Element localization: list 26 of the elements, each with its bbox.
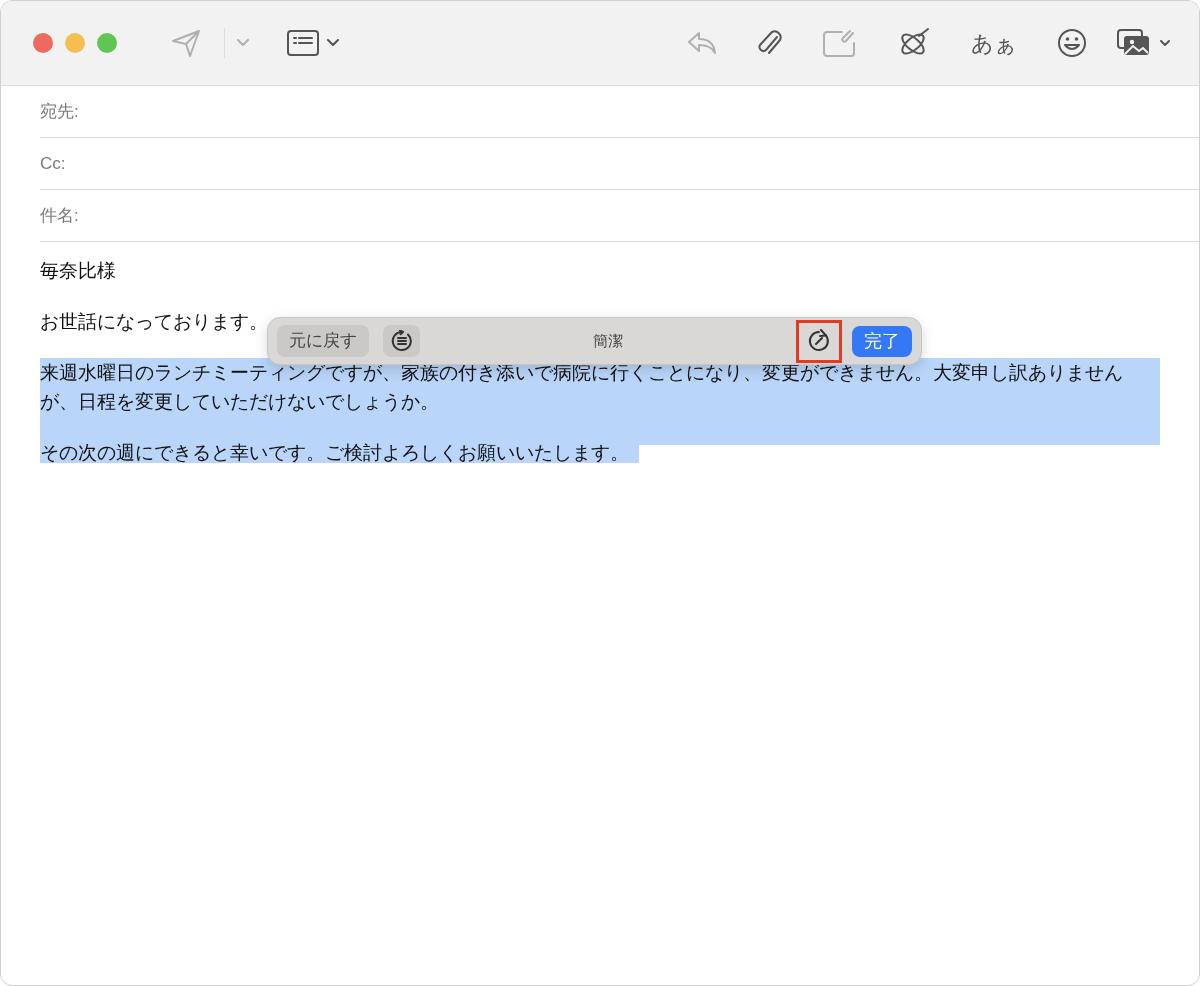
photos-button[interactable]	[1117, 29, 1173, 57]
circular-arrow-icon	[807, 329, 831, 353]
body-paragraph: お世話になっております。	[40, 311, 268, 332]
send-icon	[171, 29, 201, 57]
reply-arrow-icon	[687, 30, 717, 56]
body-paragraph: 毎奈比様	[40, 260, 116, 281]
header-field[interactable]: 件名:	[40, 190, 1199, 242]
smiley-icon	[1057, 28, 1087, 58]
header-field[interactable]: 宛先:	[40, 86, 1199, 138]
chevron-down-icon	[327, 39, 339, 47]
photos-icon	[1117, 29, 1173, 57]
tone-label: 簡潔	[592, 330, 624, 351]
rewrite-button[interactable]	[383, 325, 420, 357]
smiley-button[interactable]	[1057, 28, 1087, 58]
body-paragraph: その次の週にできると幸いです。ご検討よろしくお願いいたします。	[40, 442, 639, 463]
list-window-icon	[287, 30, 319, 56]
list-window-button[interactable]	[287, 30, 339, 56]
text-input-button[interactable]: あぁ	[971, 26, 1017, 60]
framed-paperclip-icon	[823, 29, 857, 57]
list-refresh-icon	[390, 330, 413, 352]
close-button[interactable]	[33, 33, 53, 53]
retry-button[interactable]	[796, 319, 842, 363]
undo-button[interactable]: 元に戻す	[277, 325, 369, 357]
header-field[interactable]: Cc:	[40, 138, 1199, 190]
chevron-down-icon	[237, 39, 249, 47]
done-button[interactable]: 完了	[852, 325, 912, 357]
